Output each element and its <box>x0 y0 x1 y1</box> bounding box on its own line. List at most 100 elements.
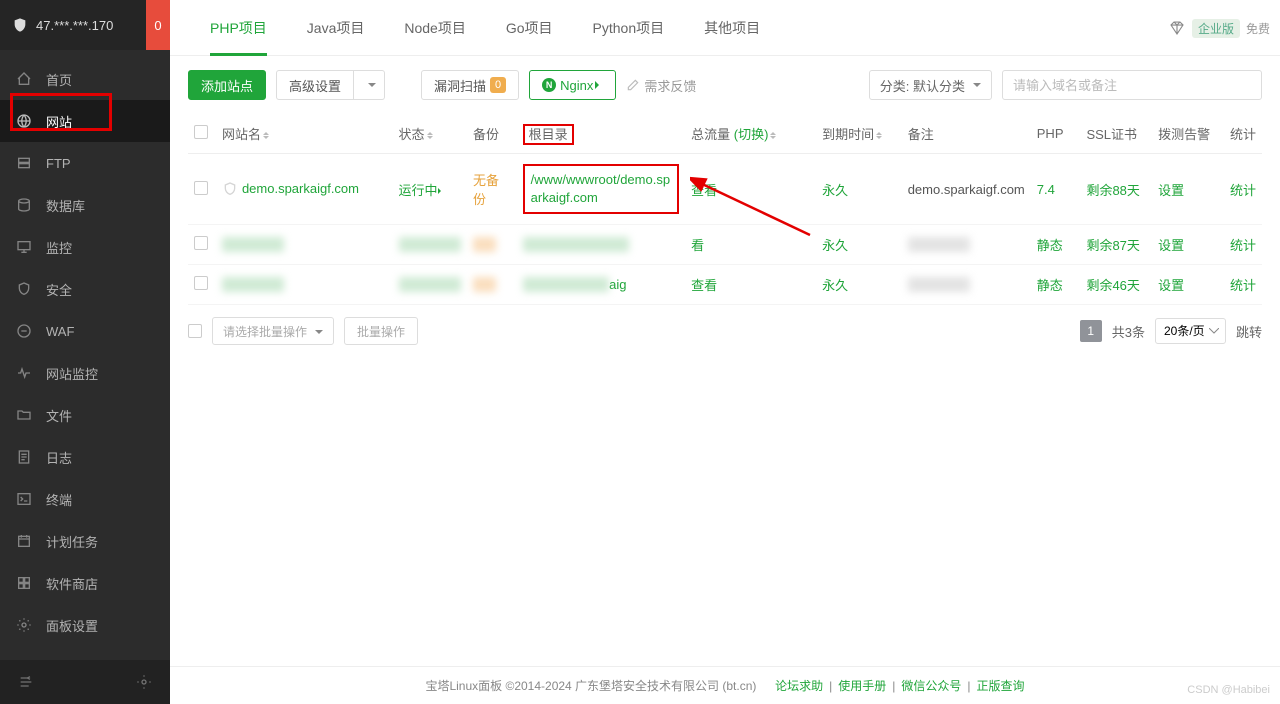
batch-select[interactable]: 请选择批量操作 <box>212 317 334 345</box>
nav-files-label: 文件 <box>46 406 72 425</box>
nav-store[interactable]: 软件商店 <box>0 562 170 604</box>
expiry-text[interactable]: 永久 <box>822 238 848 253</box>
th-traffic[interactable]: 总流量 <box>691 127 730 142</box>
tab-java[interactable]: Java项目 <box>287 0 385 56</box>
nav-files[interactable]: 文件 <box>0 394 170 436</box>
tab-node[interactable]: Node项目 <box>384 0 485 56</box>
expiry-text[interactable]: 永久 <box>822 278 848 293</box>
th-site-name[interactable]: 网站名 <box>222 127 261 142</box>
sort-icon[interactable] <box>427 129 433 142</box>
nav-cron[interactable]: 计划任务 <box>0 520 170 562</box>
view-link[interactable]: 看 <box>691 238 704 253</box>
th-root-dir[interactable]: 根目录 <box>529 127 568 142</box>
sitemon-icon <box>16 365 32 381</box>
tab-go[interactable]: Go项目 <box>486 0 573 56</box>
collapse-icon[interactable] <box>18 674 34 690</box>
enterprise-badge[interactable]: 企业版 <box>1192 19 1240 38</box>
ssl-link[interactable]: 剩余87天 <box>1086 238 1139 253</box>
footer-link-wechat[interactable]: 微信公众号 <box>901 677 961 694</box>
advanced-button[interactable]: 高级设置 <box>276 70 354 100</box>
settings-link[interactable]: 设置 <box>1158 238 1184 253</box>
category-select[interactable]: 分类: 默认分类 <box>869 70 992 100</box>
batch-checkbox[interactable] <box>188 324 202 338</box>
th-stats[interactable]: 统计 <box>1224 114 1262 154</box>
expiry-text[interactable]: 永久 <box>822 183 848 198</box>
vuln-scan-button[interactable]: 漏洞扫描0 <box>421 70 519 100</box>
nav-store-label: 软件商店 <box>46 574 98 593</box>
search-input[interactable] <box>1002 70 1262 100</box>
table-row: x x x x 看 永久 x 静态 剩余87天 设置 统计 <box>188 225 1262 265</box>
footer-link-manual[interactable]: 使用手册 <box>838 677 886 694</box>
row-checkbox[interactable] <box>194 276 208 290</box>
tab-other[interactable]: 其他项目 <box>684 0 780 56</box>
th-status[interactable]: 状态 <box>399 127 425 142</box>
view-link[interactable]: 查看 <box>691 278 717 293</box>
status-text[interactable]: 运行中 <box>399 183 438 198</box>
nginx-button[interactable]: NNginx <box>529 70 616 100</box>
notification-badge[interactable]: 0 <box>146 0 170 50</box>
stats-link[interactable]: 统计 <box>1230 278 1256 293</box>
php-link[interactable]: 静态 <box>1037 238 1063 253</box>
nav-site-monitor[interactable]: 网站监控 <box>0 352 170 394</box>
traffic-switch-link[interactable]: (切换) <box>734 127 769 142</box>
nav-waf[interactable]: WAF <box>0 310 170 352</box>
page-footer: 宝塔Linux面板 ©2014-2024 广东堡塔安全技术有限公司 (bt.cn… <box>170 666 1280 704</box>
sort-icon[interactable] <box>876 129 882 142</box>
backup-link[interactable]: 无备份 <box>473 173 499 207</box>
ssl-link[interactable]: 剩余88天 <box>1086 183 1139 198</box>
tab-php[interactable]: PHP项目 <box>190 0 287 56</box>
nav-monitor-label: 监控 <box>46 238 72 257</box>
remark-text[interactable]: demo.sparkaigf.com <box>902 154 1031 225</box>
view-link[interactable]: 查看 <box>691 183 717 198</box>
feedback-link[interactable]: 需求反馈 <box>626 76 696 95</box>
per-page-select[interactable]: 20条/页 <box>1155 318 1226 344</box>
nav-terminal[interactable]: 终端 <box>0 478 170 520</box>
settings-link[interactable]: 设置 <box>1158 183 1184 198</box>
nginx-icon: N <box>542 78 556 92</box>
page-number[interactable]: 1 <box>1080 320 1102 342</box>
root-dir-link[interactable]: /www/wwwroot/demo.sparkaigf.com <box>531 172 670 205</box>
nav-home[interactable]: 首页 <box>0 58 170 100</box>
th-expiry[interactable]: 到期时间 <box>822 127 874 142</box>
footer-link-forum[interactable]: 论坛求助 <box>775 677 823 694</box>
redacted-site: x <box>222 277 285 292</box>
content: 添加站点 高级设置 漏洞扫描0 NNginx 需求反馈 分类: 默认分类 网站名… <box>170 56 1280 666</box>
site-table: 网站名 状态 备份 根目录 总流量 (切换) 到期时间 备注 PHP SSL证书… <box>188 114 1262 305</box>
nav-website[interactable]: 网站 <box>0 100 170 142</box>
stats-link[interactable]: 统计 <box>1230 183 1256 198</box>
nav-panel-settings[interactable]: 面板设置 <box>0 604 170 646</box>
nav-security[interactable]: 安全 <box>0 268 170 310</box>
php-link[interactable]: 静态 <box>1037 278 1063 293</box>
add-site-button[interactable]: 添加站点 <box>188 70 266 100</box>
nav-ftp[interactable]: FTP <box>0 142 170 184</box>
partial-dir: aig <box>609 277 626 292</box>
php-link[interactable]: 7.4 <box>1037 182 1055 197</box>
batch-button[interactable]: 批量操作 <box>344 317 418 345</box>
settings-link[interactable]: 设置 <box>1158 278 1184 293</box>
row-checkbox[interactable] <box>194 236 208 250</box>
footer-link-genuine[interactable]: 正版查询 <box>977 677 1025 694</box>
gear-icon[interactable] <box>136 674 152 690</box>
select-all-checkbox[interactable] <box>194 125 208 139</box>
shield-icon <box>16 281 32 297</box>
th-remark[interactable]: 备注 <box>902 114 1031 154</box>
th-ssl[interactable]: SSL证书 <box>1080 114 1152 154</box>
nav-monitor[interactable]: 监控 <box>0 226 170 268</box>
terminal-icon <box>16 491 32 507</box>
th-dial-alert[interactable]: 拨测告警 <box>1152 114 1224 154</box>
nav-database[interactable]: 数据库 <box>0 184 170 226</box>
table-footer: 请选择批量操作 批量操作 1 共3条 20条/页 跳转 <box>188 305 1262 357</box>
stats-link[interactable]: 统计 <box>1230 238 1256 253</box>
sort-icon[interactable] <box>770 129 776 142</box>
log-icon <box>16 449 32 465</box>
row-checkbox[interactable] <box>194 181 208 195</box>
ssl-link[interactable]: 剩余46天 <box>1086 278 1139 293</box>
th-backup[interactable]: 备份 <box>467 114 517 154</box>
site-name-link[interactable]: demo.sparkaigf.com <box>242 181 359 196</box>
th-php[interactable]: PHP <box>1031 114 1081 154</box>
tab-python[interactable]: Python项目 <box>573 0 685 56</box>
nav-logs[interactable]: 日志 <box>0 436 170 478</box>
sort-icon[interactable] <box>263 129 269 142</box>
advanced-chevron[interactable] <box>354 70 385 100</box>
jump-label[interactable]: 跳转 <box>1236 322 1262 341</box>
